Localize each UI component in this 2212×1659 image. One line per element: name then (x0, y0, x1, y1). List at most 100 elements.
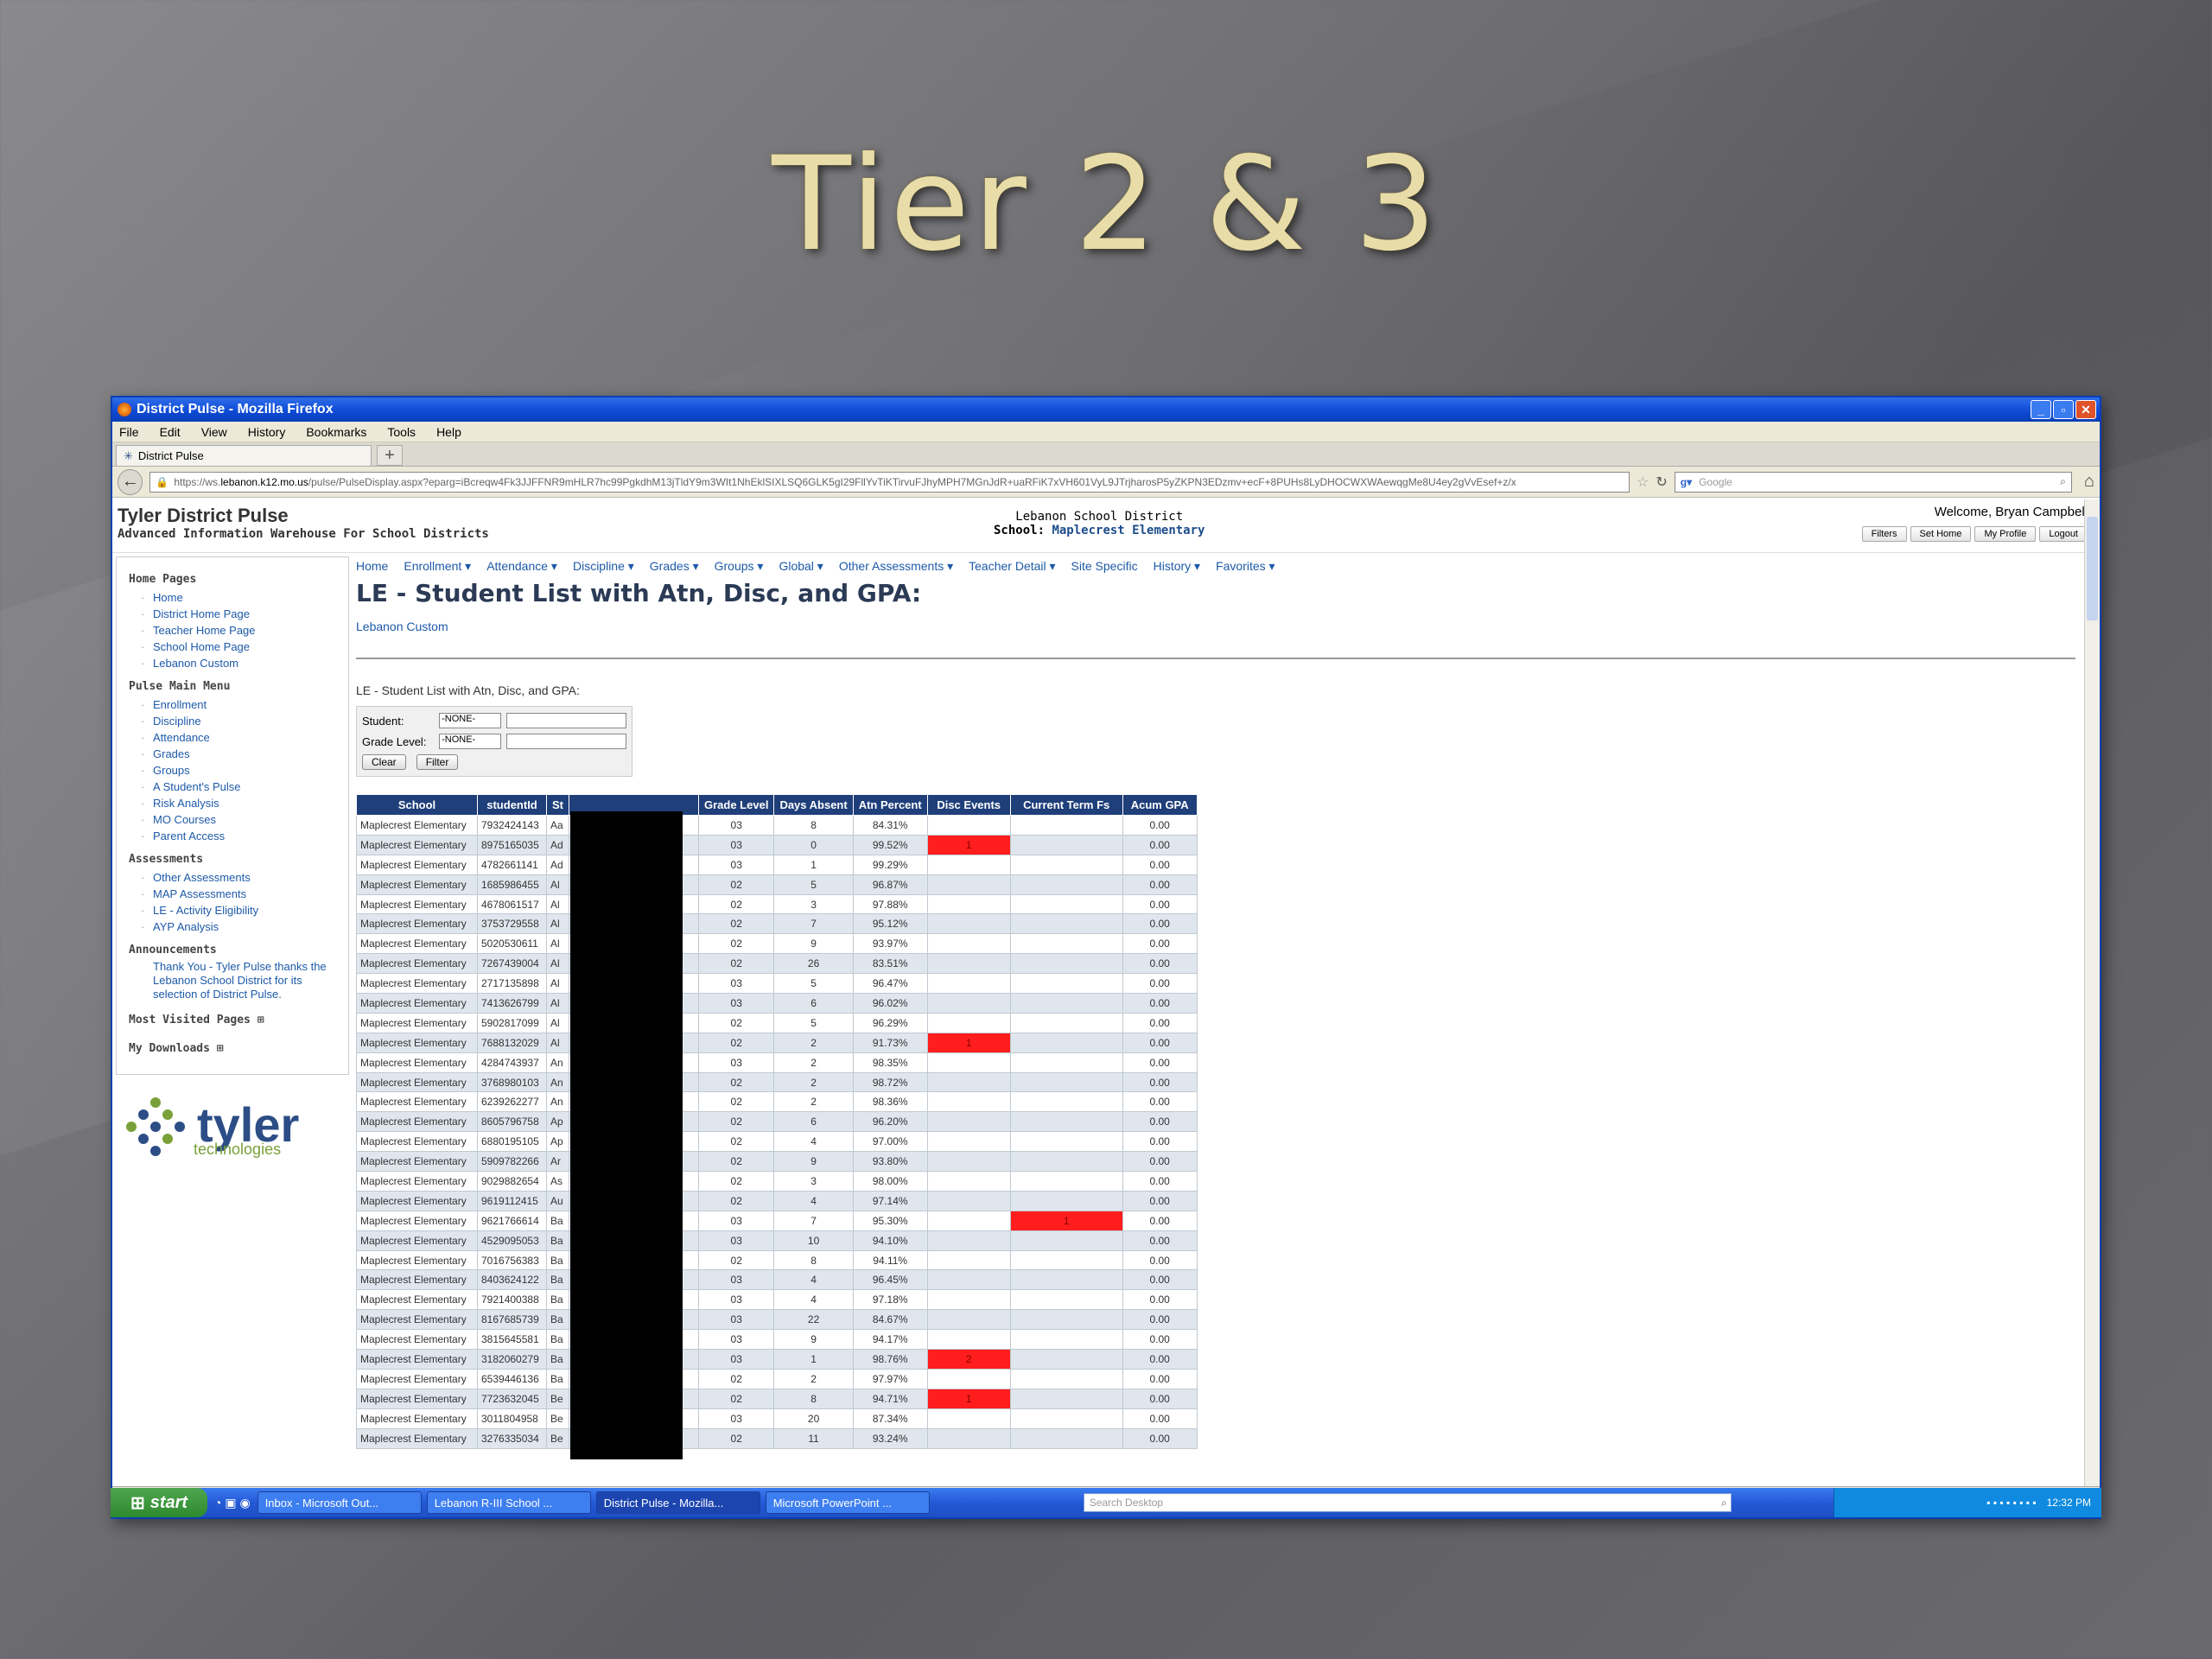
table-row[interactable]: Maplecrest Elementary 8975165035 Ad 03 0 99.5… (356, 834, 1198, 855)
table-row[interactable]: Maplecrest Elementary 1685986455 Al 02 5 96.8… (356, 874, 1198, 895)
close-button[interactable]: ✕ (2075, 400, 2096, 419)
scrollbar-thumb[interactable] (2087, 517, 2098, 620)
topnav-item-favorites[interactable]: Favorites ▾ (1216, 559, 1275, 574)
table-row[interactable]: Maplecrest Elementary 4529095053 Ba 03 10 94.… (356, 1230, 1198, 1251)
maximize-button[interactable]: ▫ (2053, 400, 2074, 419)
expand-icon[interactable]: ⊞ (257, 1014, 264, 1027)
topnav-item-grades[interactable]: Grades ▾ (650, 559, 699, 574)
topnav-item-site-specific[interactable]: Site Specific (1071, 559, 1138, 573)
sidebar-item-mo-courses[interactable]: MO Courses (129, 811, 336, 828)
menu-item-file[interactable]: File (119, 425, 139, 439)
sidebar-item-a-student-s-pulse[interactable]: A Student's Pulse (129, 779, 336, 795)
sidebar-item-district-home-page[interactable]: District Home Page (129, 606, 336, 622)
column-header[interactable]: Days Absent (773, 794, 854, 816)
table-row[interactable]: Maplecrest Elementary 2717135898 Al 03 5 96.4… (356, 973, 1198, 995)
menu-item-view[interactable]: View (201, 425, 227, 439)
table-row[interactable]: Maplecrest Elementary 4284743937 An 03 2 98.3… (356, 1052, 1198, 1073)
most-visited-heading[interactable]: Most Visited Pages ⊞ (129, 1014, 336, 1027)
sidebar-item-groups[interactable]: Groups (129, 762, 336, 779)
filters-button[interactable]: Filters (1861, 526, 1907, 542)
reload-icon[interactable]: ↻ (1656, 474, 1667, 491)
table-row[interactable]: Maplecrest Elementary 5909782266 Ar 02 9 93.8… (356, 1151, 1198, 1173)
tab-district-pulse[interactable]: ✳ District Pulse (116, 445, 372, 466)
url-bar[interactable]: 🔒 https://ws. lebanon.k12.mo.us /pulse/P… (149, 471, 1630, 493)
table-row[interactable]: Maplecrest Elementary 9621766614 Ba 03 7 95.3… (356, 1210, 1198, 1231)
table-row[interactable]: Maplecrest Elementary 7932424143 Aa 03 8 84.3… (356, 815, 1198, 836)
minimize-button[interactable]: _ (2031, 400, 2051, 419)
bookmark-star-icon[interactable]: ☆ (1637, 474, 1649, 491)
table-row[interactable]: Maplecrest Elementary 3768980103 An 02 2 98.7… (356, 1071, 1198, 1093)
back-button[interactable]: ← (118, 468, 143, 495)
my-profile-button[interactable]: My Profile (1974, 526, 2037, 542)
table-row[interactable]: Maplecrest Elementary 4678061517 Al 02 3 97.8… (356, 893, 1198, 915)
table-row[interactable]: Maplecrest Elementary 7688132029 Al 02 2 91.7… (356, 1032, 1198, 1053)
column-header[interactable]: Disc Events (926, 794, 1011, 816)
desktop-search-input[interactable]: Search Desktop ⌕ (1083, 1493, 1732, 1512)
topnav-item-other-assessments[interactable]: Other Assessments ▾ (839, 559, 953, 574)
sidebar-item-grades[interactable]: Grades (129, 746, 336, 762)
table-row[interactable]: Maplecrest Elementary 3182060279 Ba 03 1 98.7… (356, 1349, 1198, 1370)
clear-button[interactable]: Clear (362, 754, 406, 770)
table-row[interactable]: Maplecrest Elementary 7723632045 Be 02 8 94.7… (356, 1388, 1198, 1409)
table-row[interactable]: Maplecrest Elementary 3753729558 Al 02 7 95.1… (356, 913, 1198, 935)
quick-launch-icons[interactable]: ◔ ▣ ◉ (214, 1496, 251, 1510)
expand-icon[interactable]: ⊞ (217, 1042, 224, 1055)
table-row[interactable]: Maplecrest Elementary 3815645581 Ba 03 9 94.1… (356, 1329, 1198, 1351)
set-home-button[interactable]: Set Home (1910, 526, 1972, 542)
menu-item-bookmarks[interactable]: Bookmarks (306, 425, 366, 439)
new-tab-button[interactable]: + (377, 445, 403, 466)
table-row[interactable]: Maplecrest Elementary 5020530611 Al 02 9 93.9… (356, 933, 1198, 955)
sidebar-item-home[interactable]: Home (129, 589, 336, 606)
column-header[interactable]: Atn Percent (852, 794, 928, 816)
column-header[interactable]: studentId (477, 794, 547, 816)
logout-button[interactable]: Logout (2039, 526, 2088, 542)
sidebar-item-parent-access[interactable]: Parent Access (129, 828, 336, 844)
search-input[interactable]: g▾ Google ⌕ (1674, 471, 2072, 493)
table-row[interactable]: Maplecrest Elementary 4782661141 Ad 03 1 99.2… (356, 854, 1198, 875)
table-row[interactable]: Maplecrest Elementary8605796758Ap-Shea02… (356, 1111, 1198, 1133)
table-row[interactable]: Maplecrest Elementary 8403624122 Ba 03 4 96.4… (356, 1269, 1198, 1291)
taskbar-item[interactable]: Inbox - Microsoft Out... (257, 1491, 422, 1514)
lebanon-custom-link[interactable]: Lebanon Custom (356, 620, 2089, 633)
sidebar-item-map-assessments[interactable]: MAP Assessments (129, 886, 336, 902)
table-row[interactable]: Maplecrest Elementary 7016756383 Ba 02 8 94.1… (356, 1249, 1198, 1271)
menu-item-history[interactable]: History (248, 425, 286, 439)
table-row[interactable]: Maplecrest Elementary 5902817099 Al 02 5 96.2… (356, 1012, 1198, 1033)
student-input[interactable] (505, 713, 626, 728)
column-header[interactable]: Current Term Fs (1009, 794, 1123, 816)
menu-item-tools[interactable]: Tools (387, 425, 416, 439)
sidebar-item-discipline[interactable]: Discipline (129, 713, 336, 729)
taskbar-item[interactable]: Lebanon R-III School ... (426, 1491, 591, 1514)
vertical-scrollbar[interactable] (2084, 499, 2100, 1486)
table-row[interactable]: Maplecrest Elementary 7921400388 Ba 03 4 97.1… (356, 1289, 1198, 1311)
table-row[interactable]: Maplecrest Elementary 6539446136 Ba 02 2 97.9… (356, 1368, 1198, 1389)
taskbar-item[interactable]: District Pulse - Mozilla... (595, 1491, 760, 1514)
filter-button[interactable]: Filter (416, 754, 459, 770)
start-button[interactable]: ⊞ start (111, 1488, 207, 1517)
search-icon[interactable]: ⌕ (1721, 1497, 1731, 1510)
sidebar-item-enrollment[interactable]: Enrollment (129, 696, 336, 713)
sidebar-item-le-activity-eligibility[interactable]: LE - Activity Eligibility (129, 902, 336, 918)
sidebar-item-lebanon-custom[interactable]: Lebanon Custom (129, 655, 336, 671)
grade-select[interactable]: -NONE- (439, 734, 501, 749)
table-row[interactable]: Maplecrest Elementary 3011804958 Be 03 20 87.… (356, 1408, 1198, 1429)
table-row[interactable]: Maplecrest Elementary 6239262277 An 02 2 98.3… (356, 1091, 1198, 1113)
topnav-item-teacher-detail[interactable]: Teacher Detail ▾ (969, 559, 1055, 574)
table-row[interactable]: Maplecrest Elementary 3276335034 Be 02 11 93.… (356, 1427, 1198, 1449)
table-row[interactable]: Maplecrest Elementary 8167685739 Ba 03 22 84.… (356, 1309, 1198, 1331)
topnav-item-groups[interactable]: Groups ▾ (715, 559, 764, 574)
menu-item-edit[interactable]: Edit (160, 425, 181, 439)
table-row[interactable]: Maplecrest Elementary 9619112415 Au 02 4 97.1… (356, 1190, 1198, 1211)
downloads-heading[interactable]: My Downloads ⊞ (129, 1042, 336, 1055)
topnav-item-discipline[interactable]: Discipline ▾ (573, 559, 634, 574)
topnav-item-global[interactable]: Global ▾ (779, 559, 823, 574)
topnav-item-history[interactable]: History ▾ (1154, 559, 1200, 574)
table-row[interactable]: Maplecrest Elementary7267439004Alas02268… (356, 953, 1198, 975)
student-select[interactable]: -NONE- (439, 713, 501, 728)
menu-item-help[interactable]: Help (436, 425, 461, 439)
topnav-item-enrollment[interactable]: Enrollment ▾ (404, 559, 471, 574)
sidebar-item-ayp-analysis[interactable]: AYP Analysis (129, 918, 336, 935)
taskbar-item[interactable]: Microsoft PowerPoint ... (765, 1491, 930, 1514)
column-header[interactable]: Acum GPA (1122, 794, 1198, 816)
column-header[interactable]: St (546, 794, 569, 816)
